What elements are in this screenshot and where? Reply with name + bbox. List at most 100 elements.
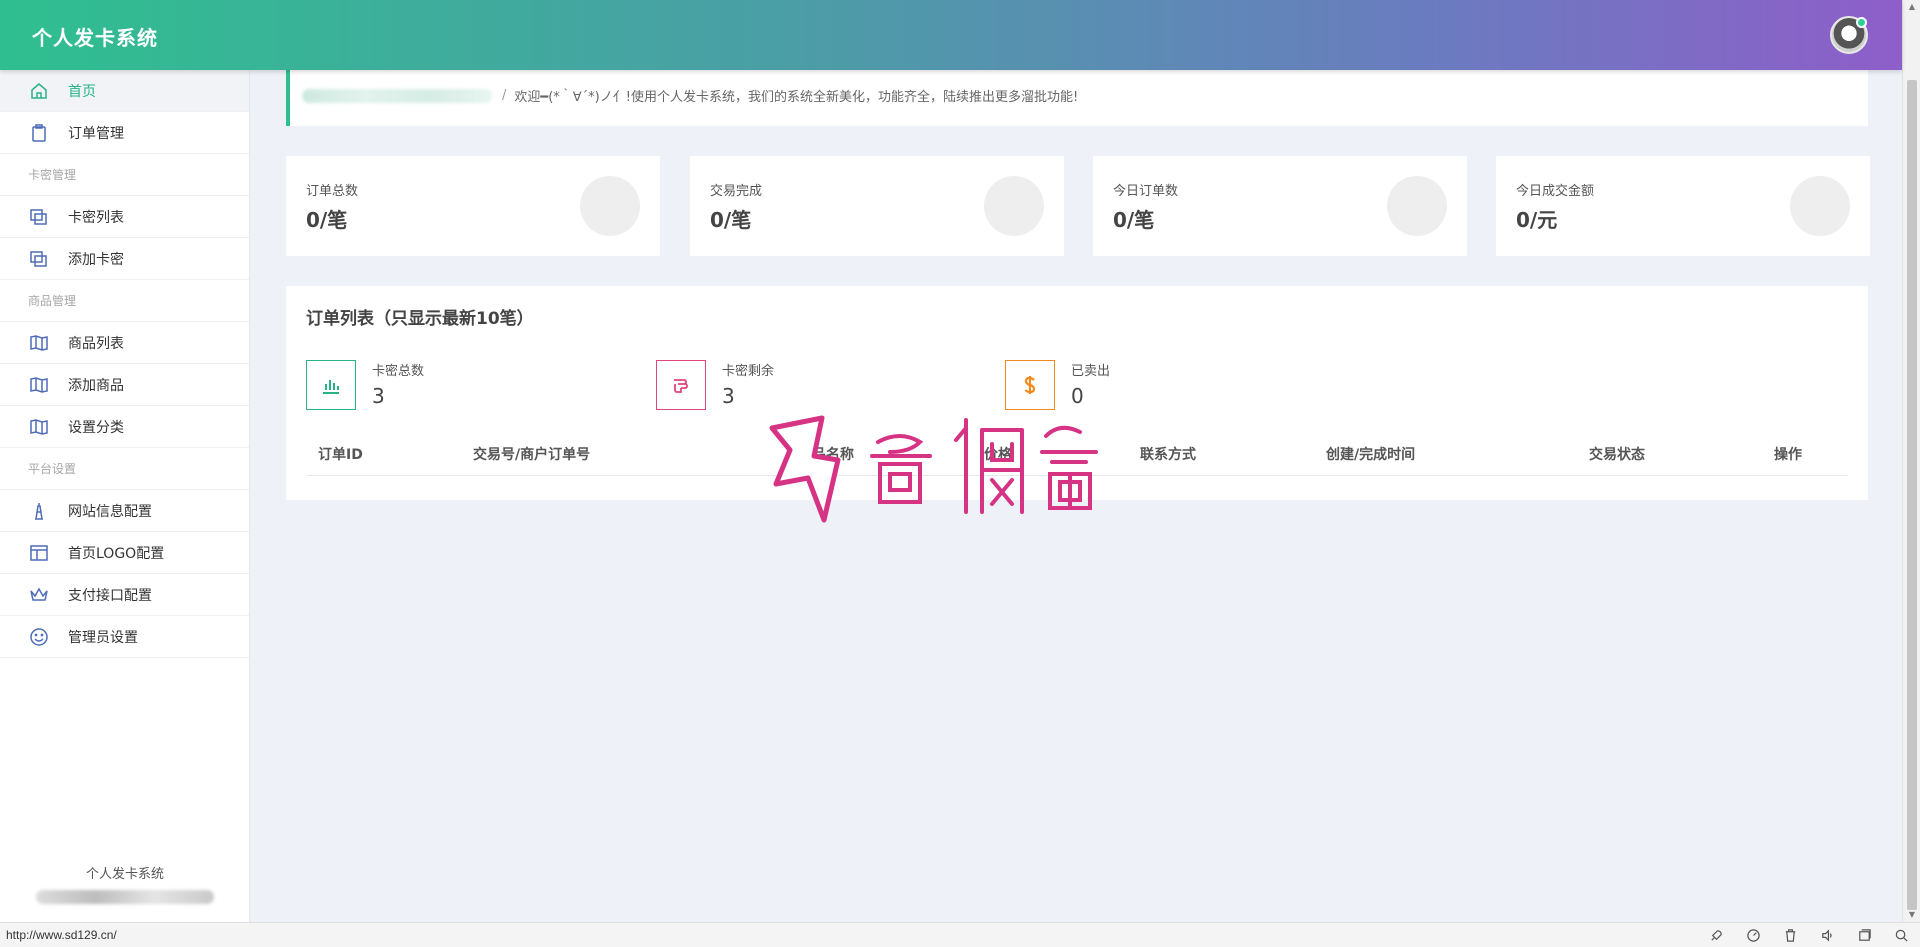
sidebar-item-site-info[interactable]: 网站信息配置 (0, 490, 249, 532)
sidebar-item-label: 支付接口配置 (68, 587, 152, 604)
sidebar-item-payment[interactable]: 支付接口配置 (0, 574, 249, 616)
breadcrumb-separator: / (502, 88, 507, 103)
sidebar-footer: 个人发卡系统 (0, 863, 250, 908)
main-content: / 欢迎━(*｀∀´*)ノ亻!使用个人发卡系统，我们的系统全新美化，功能齐全，陆… (250, 60, 1902, 922)
column-header[interactable]: 价格 (984, 444, 1012, 464)
sidebar: 首页 订单管理 卡密管理 卡密列表 添加卡密 商品管理 商品列表 添加商品 设置… (0, 70, 250, 922)
brand-title[interactable]: 个人发卡系统 (32, 22, 158, 51)
column-header[interactable]: 创建/完成时间 (1326, 444, 1415, 464)
dollar-icon (1005, 360, 1055, 410)
stat-card-today-orders: 今日订单数 0/笔 (1093, 156, 1467, 256)
sidebar-item-label: 设置分类 (68, 419, 124, 436)
sidebar-item-label: 网站信息配置 (68, 503, 152, 520)
summary-card-total: 卡密总数 3 (306, 360, 636, 412)
welcome-message: 欢迎━(*｀∀´*)ノ亻!使用个人发卡系统，我们的系统全新美化，功能齐全，陆续推… (514, 90, 1079, 105)
sidebar-item-orders[interactable]: 订单管理 (0, 112, 249, 154)
window-icon[interactable] (1856, 927, 1873, 944)
order-list-panel: 订单列表（只显示最新10笔） 卡密总数 3 卡密剩余 3 已卖出 0 订单ID … (286, 286, 1868, 500)
rocket-icon[interactable] (1708, 927, 1725, 944)
summary-label: 已卖出 (1071, 364, 1111, 379)
blurred-username (302, 88, 492, 103)
stat-icon-placeholder (1790, 176, 1850, 236)
summary-value: 3 (722, 384, 735, 408)
sidebar-item-card-list[interactable]: 卡密列表 (0, 196, 249, 238)
stat-label: 订单总数 (306, 184, 359, 199)
stat-icon-placeholder (984, 176, 1044, 236)
panel-title: 订单列表（只显示最新10笔） (306, 309, 534, 329)
footer-title: 个人发卡系统 (85, 867, 164, 882)
summary-card-sold: 已卖出 0 (1005, 360, 1335, 412)
summary-label: 卡密总数 (372, 364, 425, 379)
sidebar-item-product-list[interactable]: 商品列表 (0, 322, 249, 364)
map-icon (28, 332, 50, 354)
layout-icon (28, 542, 50, 564)
scroll-down-arrow[interactable]: ▼ (1903, 908, 1920, 922)
column-header[interactable]: 商品名称 (798, 444, 854, 464)
avatar[interactable] (1830, 16, 1868, 54)
stat-icon-placeholder (1387, 176, 1447, 236)
speaker-icon[interactable] (1819, 927, 1836, 944)
sidebar-item-add-product[interactable]: 添加商品 (0, 364, 249, 406)
browser-status-bar: http://www.sd129.cn/ (0, 922, 1920, 947)
scroll-thumb[interactable] (1907, 80, 1917, 910)
sidebar-item-label: 订单管理 (68, 125, 124, 142)
sidebar-item-label: 卡密列表 (68, 209, 124, 226)
stat-card-completed: 交易完成 0/笔 (690, 156, 1064, 256)
stat-label: 今日订单数 (1113, 184, 1179, 199)
map-icon (28, 416, 50, 438)
vertical-scrollbar[interactable]: ▲ ▼ (1902, 0, 1920, 922)
status-icons (1708, 927, 1910, 944)
top-bar: 个人发卡系统 (0, 0, 1902, 70)
crown-icon (28, 584, 50, 606)
column-header[interactable]: 操作 (1774, 444, 1802, 464)
stat-card-orders-total: 订单总数 0/笔 (286, 156, 660, 256)
summary-label: 卡密剩余 (722, 364, 775, 379)
column-header[interactable]: 联系方式 (1140, 444, 1196, 464)
order-table-header: 订单ID 交易号/商户订单号 商品名称 价格 联系方式 创建/完成时间 交易状态… (306, 430, 1848, 476)
sidebar-group-cards: 卡密管理 (0, 154, 249, 196)
stat-label: 今日成交金额 (1516, 184, 1595, 199)
sidebar-group-platform: 平台设置 (0, 448, 249, 490)
clipboard-icon (28, 122, 50, 144)
stat-label: 交易完成 (710, 184, 763, 199)
sidebar-item-logo[interactable]: 首页LOGO配置 (0, 532, 249, 574)
tower-icon (28, 500, 50, 522)
sidebar-item-label: 首页 (68, 83, 96, 100)
welcome-line: / 欢迎━(*｀∀´*)ノ亻!使用个人发卡系统，我们的系统全新美化，功能齐全，陆… (302, 86, 1078, 105)
sidebar-item-admin[interactable]: 管理员设置 (0, 616, 249, 658)
sidebar-item-add-card[interactable]: 添加卡密 (0, 238, 249, 280)
home-icon (28, 80, 50, 102)
scroll-up-arrow[interactable]: ▲ (1903, 0, 1920, 14)
status-url: http://www.sd129.cn/ (6, 928, 117, 942)
zoom-icon[interactable] (1893, 927, 1910, 944)
speedometer-icon[interactable] (1745, 927, 1762, 944)
sidebar-item-label: 商品列表 (68, 335, 124, 352)
online-status-dot (1856, 17, 1867, 28)
map-icon (28, 374, 50, 396)
sidebar-item-home[interactable]: 首页 (0, 70, 249, 112)
summary-card-remaining: 卡密剩余 3 (656, 360, 986, 412)
trash-icon[interactable] (1782, 927, 1799, 944)
sidebar-item-categories[interactable]: 设置分类 (0, 406, 249, 448)
column-header[interactable]: 交易状态 (1589, 444, 1645, 464)
cards-icon (28, 206, 50, 228)
smile-icon (28, 626, 50, 648)
sidebar-group-products: 商品管理 (0, 280, 249, 322)
sidebar-item-label: 管理员设置 (68, 629, 138, 646)
sidebar-item-label: 添加卡密 (68, 251, 124, 268)
stat-value: 0/笔 (710, 208, 752, 232)
stat-card-today-amount: 今日成交金额 0/元 (1496, 156, 1870, 256)
stat-value: 0/笔 (306, 208, 348, 232)
stat-icon-placeholder (580, 176, 640, 236)
column-header[interactable]: 交易号/商户订单号 (473, 444, 590, 464)
sidebar-item-label: 首页LOGO配置 (68, 545, 165, 562)
cards-icon (28, 248, 50, 270)
blurred-copyright (36, 890, 214, 904)
stat-value: 0/笔 (1113, 208, 1155, 232)
column-header[interactable]: 订单ID (318, 444, 363, 464)
summary-value: 3 (372, 384, 385, 408)
sidebar-item-label: 添加商品 (68, 377, 124, 394)
stat-value: 0/元 (1516, 208, 1558, 232)
hand-icon (656, 360, 706, 410)
bar-chart-icon (306, 360, 356, 410)
